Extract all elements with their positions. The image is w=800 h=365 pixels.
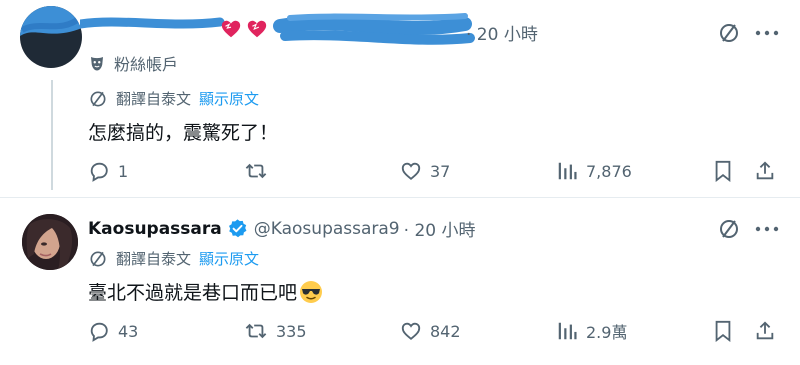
fan-account-badge: 粉絲帳戶 bbox=[88, 51, 178, 75]
retweet-button[interactable] bbox=[244, 156, 268, 186]
avatar[interactable] bbox=[22, 214, 78, 270]
reply-button[interactable]: 43 bbox=[88, 316, 138, 346]
like-button[interactable]: 37 bbox=[400, 156, 450, 186]
like-icon bbox=[401, 322, 421, 340]
translate-row: 翻譯自泰文 顯示原文 bbox=[88, 248, 259, 269]
tweet-2-time[interactable]: · 20 小時 bbox=[404, 216, 476, 241]
retweet-icon bbox=[245, 163, 267, 179]
tweet-2-actions: 43 335 842 2.9萬 bbox=[88, 316, 783, 346]
share-icon bbox=[756, 161, 774, 180]
reply-icon bbox=[90, 322, 108, 342]
tweet-1-actions: 1 37 7,876 bbox=[88, 156, 783, 186]
thread-line bbox=[51, 80, 53, 190]
bookmark-button[interactable] bbox=[713, 156, 733, 186]
verified-badge-icon bbox=[228, 219, 247, 238]
translate-icon bbox=[90, 91, 106, 106]
heart-emoji-icon bbox=[220, 18, 242, 40]
views-icon bbox=[558, 322, 577, 340]
translate-icon bbox=[90, 251, 106, 266]
like-icon bbox=[401, 162, 421, 180]
share-button[interactable] bbox=[754, 156, 776, 186]
translate-row: 翻譯自泰文 顯示原文 bbox=[88, 88, 259, 109]
avatar-photo bbox=[22, 214, 78, 270]
views-icon bbox=[558, 162, 577, 180]
display-name[interactable]: Kaosupassara bbox=[88, 219, 222, 239]
tweet-2-text: 臺北不過就是巷口而已吧 bbox=[88, 278, 323, 305]
reply-button[interactable]: 1 bbox=[88, 156, 128, 186]
bookmark-icon bbox=[715, 160, 731, 182]
comedy-mask-icon bbox=[91, 57, 103, 71]
views-button[interactable]: 7,876 bbox=[556, 156, 632, 186]
like-button[interactable]: 842 bbox=[400, 316, 461, 346]
show-original-link[interactable]: 顯示原文 bbox=[199, 248, 259, 269]
retweet-icon bbox=[245, 323, 267, 339]
tweet-2-header: Kaosupassara @Kaosupassara9 · 20 小時 bbox=[88, 216, 476, 242]
heart-emoji-icon bbox=[246, 18, 268, 40]
bookmark-button[interactable] bbox=[713, 316, 733, 346]
avatar-redacted[interactable] bbox=[20, 6, 82, 68]
sunglasses-emoji-icon bbox=[300, 280, 323, 303]
bookmark-icon bbox=[715, 320, 731, 342]
more-icon[interactable] bbox=[752, 216, 782, 242]
retweet-button[interactable]: 335 bbox=[244, 316, 307, 346]
handle[interactable]: @Kaosupassara9 bbox=[254, 219, 400, 239]
more-icon[interactable] bbox=[752, 20, 782, 46]
show-original-link[interactable]: 顯示原文 bbox=[199, 88, 259, 109]
redaction-scribble bbox=[20, 6, 82, 36]
share-icon bbox=[756, 321, 774, 340]
translate-options-icon[interactable] bbox=[716, 20, 742, 46]
redacted-name-scribble bbox=[75, 10, 480, 50]
tweet-2: Kaosupassara @Kaosupassara9 · 20 小時 翻譯自泰… bbox=[0, 198, 800, 365]
share-button[interactable] bbox=[754, 316, 776, 346]
translate-options-icon[interactable] bbox=[716, 216, 742, 242]
tweet-1-text: 怎麼搞的，震驚死了！ bbox=[88, 122, 279, 144]
tweet-1: · 20 小時 粉絲帳戶 翻譯自泰文 顯示原文 怎麼搞的，震驚死了！ 1 37 bbox=[0, 0, 800, 198]
views-button[interactable]: 2.9萬 bbox=[556, 316, 627, 346]
reply-icon bbox=[90, 162, 108, 182]
tweet-1-time[interactable]: · 20 小時 bbox=[466, 20, 538, 45]
